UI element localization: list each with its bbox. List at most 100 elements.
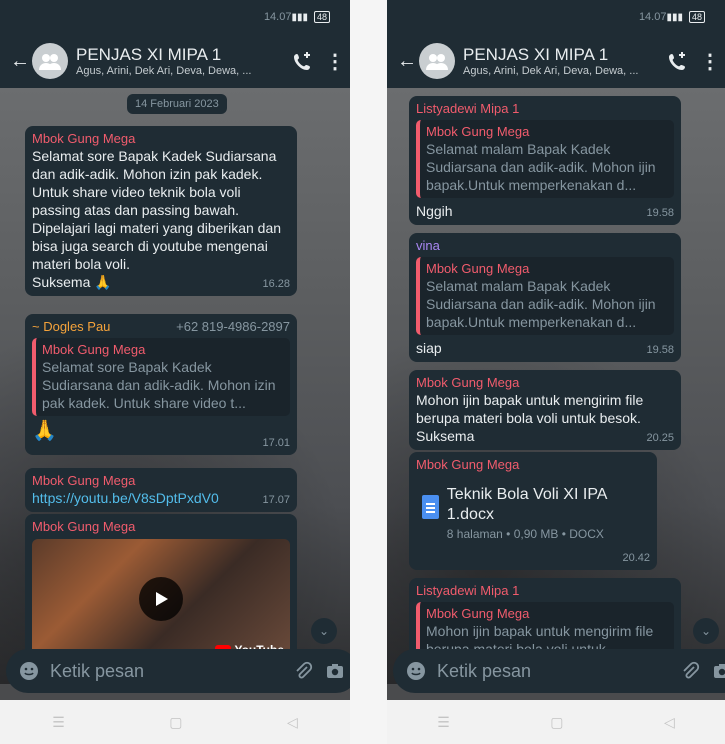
document-meta: 8 halaman • 0,90 MB • DOCX	[446, 527, 604, 541]
message-time: 19.58	[646, 344, 674, 356]
menu-nav-icon[interactable]: ☰	[437, 714, 450, 731]
message-text: Selamat sore Bapak Kadek Sudiarsana dan …	[32, 148, 285, 272]
message-bubble[interactable]: Mbok Gung Mega Selamat sore Bapak Kadek …	[25, 126, 297, 296]
youtube-link[interactable]: https://youtu.be/V8sDptPxdV0	[32, 489, 219, 507]
group-icon	[426, 54, 448, 70]
group-title: PENJAS XI MIPA 1	[76, 45, 222, 64]
group-title: PENJAS XI MIPA 1	[463, 45, 609, 64]
sender-name: Mbok Gung Mega	[32, 519, 136, 534]
home-nav-icon[interactable]: ▢	[550, 714, 563, 731]
left-phone-screen: 14.07 ▮▮▮ 48 ← PENJAS XI MIPA 1 Agus, Ar…	[0, 0, 350, 744]
quoted-sender: Mbok Gung Mega	[426, 261, 530, 276]
group-icon	[39, 54, 61, 70]
system-nav-bar: ☰ ▢ ◁	[387, 700, 725, 744]
link-message-bubble[interactable]: Mbok Gung Mega https://youtu.be/V8sDptPx…	[25, 468, 297, 512]
play-icon[interactable]	[139, 577, 183, 621]
group-info[interactable]: PENJAS XI MIPA 1 Agus, Arini, Dek Ari, D…	[463, 45, 661, 77]
sender-name: Mbok Gung Mega	[416, 457, 520, 472]
quoted-text: Selamat malam Bapak Kadek Sudiarsana dan…	[426, 278, 656, 330]
document-name: Teknik Bola Voli XI IPA 1.docx	[446, 486, 607, 523]
back-nav-icon[interactable]: ◁	[664, 714, 675, 731]
compose-bar	[387, 642, 725, 700]
add-call-button[interactable]	[286, 44, 320, 78]
message-input-box[interactable]	[393, 649, 725, 693]
quoted-text: Selamat sore Bapak Kadek Sudiarsana dan …	[42, 359, 276, 411]
status-time: 14.07	[638, 11, 667, 23]
link-row: https://youtu.be/V8sDptPxdV0 17.07	[32, 489, 290, 507]
more-options-icon[interactable]: ⋮	[320, 44, 350, 78]
group-avatar[interactable]	[419, 43, 455, 79]
group-info[interactable]: PENJAS XI MIPA 1 Agus, Arini, Dek Ari, D…	[76, 45, 286, 77]
message-list[interactable]: 14 Februari 2023 Mbok Gung Mega Selamat …	[0, 88, 350, 684]
camera-icon[interactable]	[711, 660, 725, 682]
back-arrow-icon[interactable]: ←	[10, 50, 32, 73]
attach-icon[interactable]	[679, 660, 701, 682]
message-time: 17.01	[262, 437, 290, 449]
system-nav-bar: ☰ ▢ ◁	[0, 700, 350, 744]
compose-bar	[0, 642, 350, 700]
group-avatar[interactable]	[32, 43, 68, 79]
battery-icon: 48	[313, 11, 330, 23]
sender-name: Mbok Gung Mega	[32, 131, 136, 146]
message-time: 19.58	[646, 207, 674, 219]
sender-phone: +62 819-4986-2897	[176, 319, 290, 334]
reply-message-bubble[interactable]: Listyadewi Mipa 1 Mbok Gung Mega Selamat…	[409, 96, 681, 225]
add-call-button[interactable]	[661, 44, 695, 78]
chat-header: ← PENJAS XI MIPA 1 Agus, Arini, Dek Ari,…	[387, 34, 725, 88]
sender-name: Listyadewi Mipa 1	[416, 101, 520, 116]
add-call-icon	[669, 52, 685, 70]
battery-icon: 48	[688, 11, 705, 23]
sender-name: Mbok Gung Mega	[32, 473, 136, 488]
emoji-icon[interactable]	[405, 660, 427, 682]
message-list[interactable]: Listyadewi Mipa 1 Mbok Gung Mega Selamat…	[387, 88, 725, 684]
document-attachment[interactable]: Teknik Bola Voli XI IPA 1.docx 8 halaman…	[416, 477, 650, 551]
quoted-text: Selamat malam Bapak Kadek Sudiarsana dan…	[426, 141, 656, 193]
sender-row: ~ Dogles Pau +62 819-4986-2897	[32, 319, 290, 335]
status-time: 14.07	[263, 11, 292, 23]
camera-icon[interactable]	[324, 660, 346, 682]
right-phone-screen: 14.07 ▮▮▮ 48 ← PENJAS XI MIPA 1 Agus, Ar…	[387, 0, 725, 744]
add-call-icon	[294, 52, 310, 70]
signal-icon: ▮▮▮	[666, 11, 683, 23]
home-nav-icon[interactable]: ▢	[169, 714, 182, 731]
message-input-box[interactable]	[6, 649, 350, 693]
sender-name: ~ Dogles Pau	[32, 319, 111, 334]
quoted-message[interactable]: Mbok Gung Mega Selamat sore Bapak Kadek …	[32, 338, 290, 416]
attach-icon[interactable]	[292, 660, 314, 682]
chat-header: ← PENJAS XI MIPA 1 Agus, Arini, Dek Ari,…	[0, 34, 350, 88]
quoted-sender: Mbok Gung Mega	[426, 606, 530, 621]
back-nav-icon[interactable]: ◁	[287, 714, 298, 731]
sender-name: vina	[416, 238, 440, 253]
status-bar: 14.07 ▮▮▮ 48	[0, 0, 350, 34]
message-time: 17.07	[262, 494, 290, 506]
menu-nav-icon[interactable]: ☰	[52, 714, 65, 731]
group-members: Agus, Arini, Dek Ari, Deva, Dewa, ...	[76, 65, 252, 77]
status-bar: 14.07 ▮▮▮ 48	[387, 0, 725, 34]
video-preview[interactable]: YouTube	[32, 539, 290, 659]
scroll-down-icon[interactable]: ⌄	[693, 618, 719, 644]
more-options-icon[interactable]: ⋮	[695, 44, 725, 78]
message-bubble[interactable]: Mbok Gung Mega Mohon ijin bapak untuk me…	[409, 370, 681, 450]
sender-name: Mbok Gung Mega	[416, 375, 520, 390]
message-time: 20.42	[622, 552, 650, 564]
message-input[interactable]	[50, 660, 282, 682]
back-arrow-icon[interactable]: ←	[397, 50, 419, 73]
message-text: siap	[416, 340, 442, 356]
date-chip: 14 Februari 2023	[127, 94, 227, 114]
message-input[interactable]	[437, 660, 669, 682]
group-members: Agus, Arini, Dek Ari, Deva, Dewa, ...	[463, 65, 639, 77]
sender-name: Listyadewi Mipa 1	[416, 583, 520, 598]
document-icon	[422, 495, 439, 519]
scroll-down-icon[interactable]: ⌄	[311, 618, 337, 644]
quoted-sender: Mbok Gung Mega	[42, 342, 146, 357]
quoted-message[interactable]: Mbok Gung Mega Selamat malam Bapak Kadek…	[416, 120, 674, 198]
quoted-message[interactable]: Mbok Gung Mega Selamat malam Bapak Kadek…	[416, 257, 674, 335]
reply-message-bubble[interactable]: ~ Dogles Pau +62 819-4986-2897 Mbok Gung…	[25, 314, 297, 455]
emoji-icon[interactable]	[18, 660, 40, 682]
signal-icon: ▮▮▮	[291, 11, 308, 23]
message-row: siap 19.58	[416, 339, 674, 357]
message-text: Nggih	[416, 203, 453, 219]
reply-message-bubble[interactable]: vina Mbok Gung Mega Selamat malam Bapak …	[409, 233, 681, 362]
document-message-bubble[interactable]: Mbok Gung Mega Teknik Bola Voli XI IPA 1…	[409, 452, 657, 570]
quoted-sender: Mbok Gung Mega	[426, 124, 530, 139]
